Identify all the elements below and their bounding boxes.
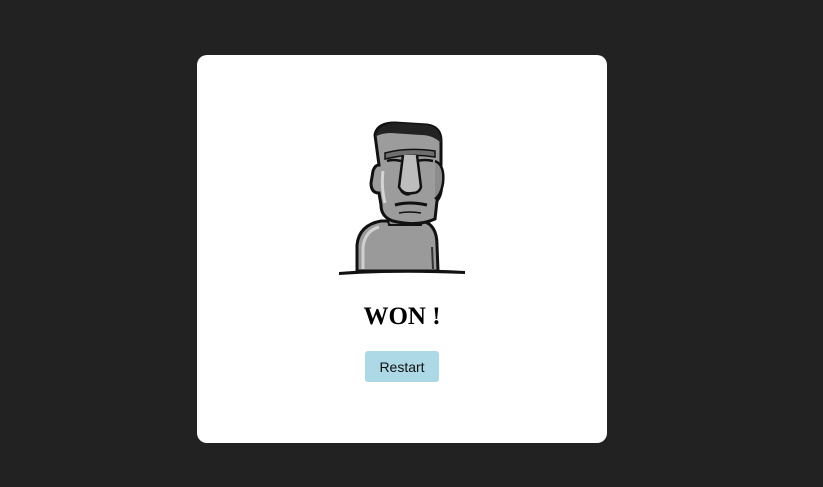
moai-statue-icon	[339, 121, 465, 275]
game-screen: WON ! Restart	[0, 0, 823, 487]
restart-button[interactable]: Restart	[365, 351, 439, 382]
result-dialog: WON ! Restart	[197, 55, 607, 443]
result-message: WON !	[363, 303, 441, 330]
